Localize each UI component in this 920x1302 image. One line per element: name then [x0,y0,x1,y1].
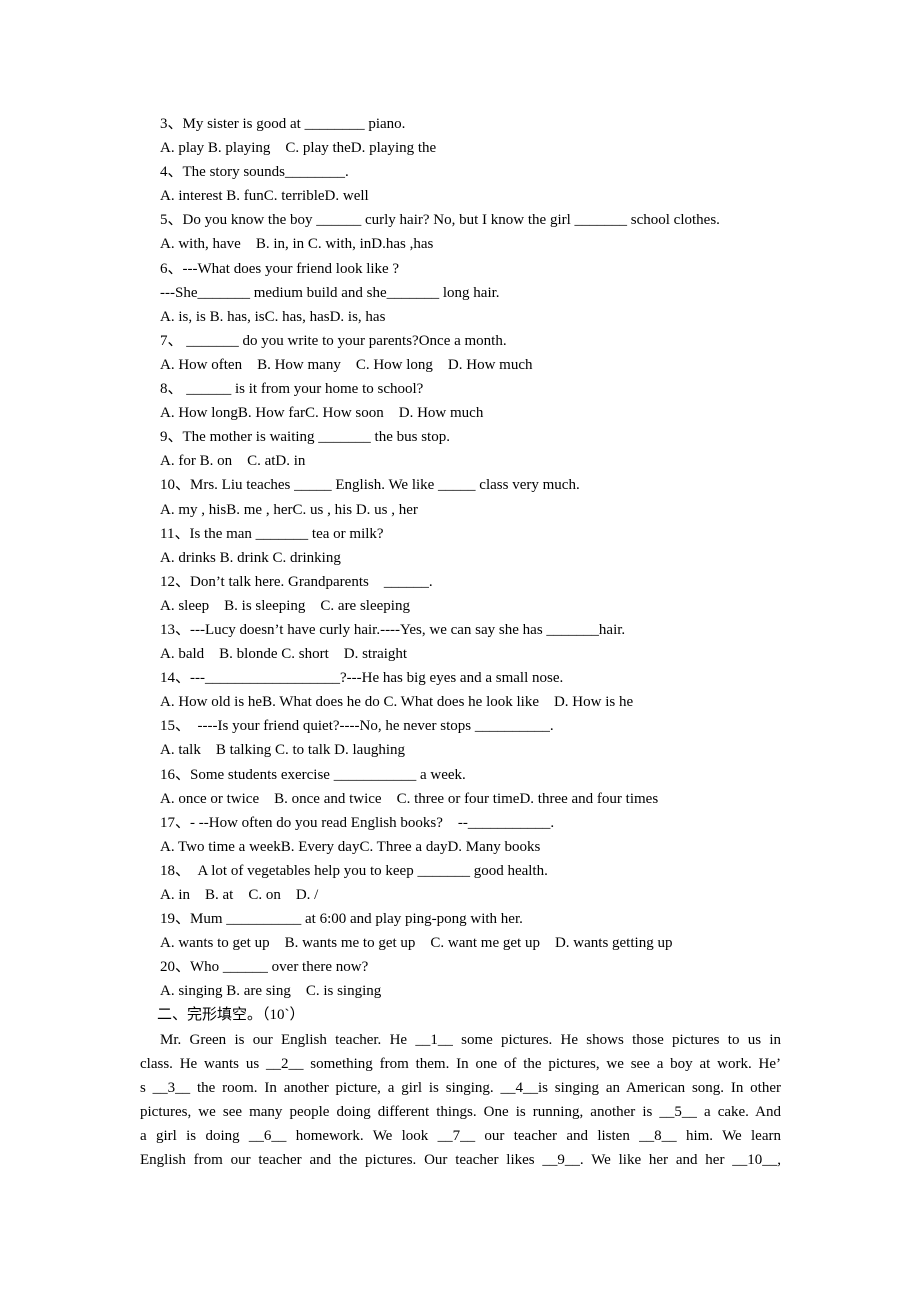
question-line: 18、 A lot of vegetables help you to keep… [160,862,548,879]
question-line: 19、Mum __________ at 6:00 and play ping-… [160,911,523,928]
passage-line: English from our teacher and the picture… [140,1152,781,1169]
answer-options: A. singing B. are sing C. is singing [160,983,382,1000]
answer-options: A. in B. at C. on D. / [160,887,319,903]
answer-options: A. is, is B. has, isC. has, hasD. is, ha… [160,308,386,325]
answer-options: A. How often B. How many C. How long D. … [160,356,533,373]
passage-line: class. He wants us __2__ something from … [140,1056,781,1073]
passage-line: a girl is doing __6__ homework. We look … [140,1128,781,1145]
answer-options: A. interest B. funC. terribleD. well [160,188,369,205]
question-line: 13、---Lucy doesn’t have curly hair.----Y… [160,621,626,638]
question-line: ---She_______ medium build and she______… [160,284,500,301]
question-line: 4、The story sounds________. [160,164,349,181]
answer-options: A. sleep B. is sleeping C. are sleeping [160,597,410,614]
question-line: 10、Mrs. Liu teaches _____ English. We li… [160,477,580,494]
question-line: 16、Some students exercise ___________ a … [160,766,466,783]
answer-options: A. wants to get up B. wants me to get up… [160,935,673,952]
answer-options: A. drinks B. drink C. drinking [160,549,341,566]
question-line: 17、- --How often do you read English boo… [160,814,555,831]
passage-line: Mr. Green is our English teacher. He __1… [160,1032,781,1048]
question-line: 6、---What does your friend look like ? [160,260,400,277]
passage-line: pictures, we see many people doing diffe… [140,1104,781,1121]
question-line: 14、---__________________?---He has big e… [160,670,564,687]
answer-options: A. once or twice B. once and twice C. th… [160,790,659,807]
answer-options: A. How old is heB. What does he do C. Wh… [160,694,634,711]
answer-options: A. play B. playing C. play theD. playing… [160,140,437,157]
section-heading: 二、完形填空。（10`） [157,1007,305,1024]
answer-options: A. talk B talking C. to talk D. laughing [160,742,405,759]
answer-options: A. for B. on C. atD. in [160,453,306,470]
answer-options: A. bald B. blonde C. short D. straight [160,646,408,663]
answer-options: A. Two time a weekB. Every dayC. Three a… [160,838,541,855]
question-line: 9、The mother is waiting _______ the bus … [160,429,450,446]
question-line: 15、 ----Is your friend quiet?----No, he … [160,718,554,735]
question-line: 20、Who ______ over there now? [160,959,369,976]
question-line: 11、Is the man _______ tea or milk? [160,525,384,542]
question-line: 12、Don’t talk here. Grandparents ______. [160,573,433,590]
cloze-passage: Mr. Green is our English teacher. He __1… [140,1028,781,1173]
answer-options: A. with, have B. in, in C. with, inD.has… [160,236,434,253]
passage-line: s __3__ the room. In another picture, a … [140,1080,781,1097]
question-list: 3、My sister is good at ________ piano. A.… [157,112,790,1028]
answer-options: A. my , hisB. me , herC. us , his D. us … [160,501,418,518]
question-line: 5、Do you know the boy ______ curly hair?… [160,212,720,229]
answer-options: A. How longB. How farC. How soon D. How … [160,405,484,422]
question-line: 3、My sister is good at ________ piano. [160,116,406,132]
question-line: 8、 ______ is it from your home to school… [160,381,424,398]
question-line: 7、 _______ do you write to your parents?… [160,332,507,349]
